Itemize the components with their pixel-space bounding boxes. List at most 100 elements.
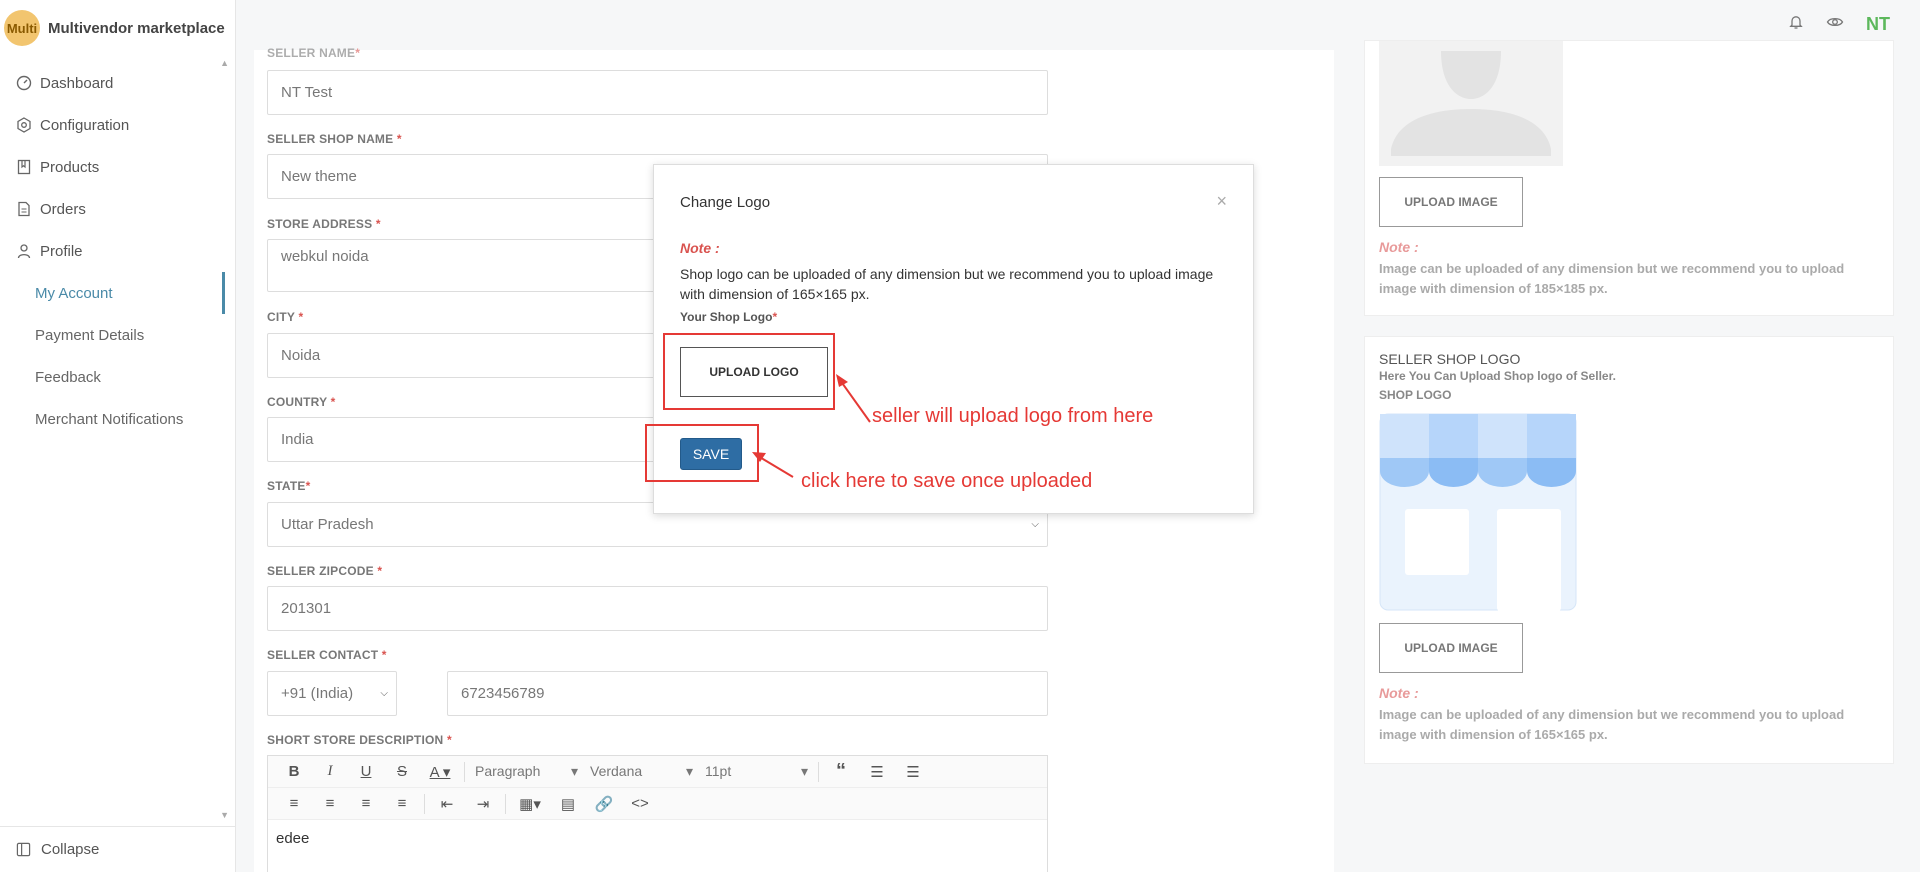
user-icon [16, 243, 32, 259]
sidebar-item-my-account[interactable]: My Account [0, 272, 225, 314]
banner-note-title: Note : [1379, 239, 1419, 255]
sidebar-item-label: Orders [40, 200, 86, 218]
shop-name-label: SELLER SHOP NAME * [267, 132, 402, 146]
link-icon[interactable]: 🔗 [586, 795, 622, 813]
align-right-icon[interactable]: ≡ [348, 795, 384, 812]
paragraph-value: Paragraph [475, 763, 541, 779]
state-label: STATE* [267, 479, 311, 493]
text-color-icon[interactable]: A ▾ [420, 763, 460, 781]
close-icon[interactable]: × [1216, 191, 1227, 212]
sidebar-nav: Dashboard Configuration Products Orders … [0, 62, 225, 440]
font-size-dropdown[interactable]: 11pt ▾ [699, 763, 814, 780]
sidebar-item-label: Dashboard [40, 74, 114, 92]
editor-content[interactable]: edee [268, 820, 1047, 857]
align-center-icon[interactable]: ≡ [312, 795, 348, 812]
indent-icon[interactable]: ⇥ [465, 795, 501, 813]
align-left-icon[interactable]: ≡ [276, 795, 312, 812]
brand-logo: Multi [4, 10, 40, 46]
sidebar-scroll-down-icon[interactable]: ▼ [220, 810, 229, 820]
caret-down-icon: ▾ [685, 763, 693, 779]
sidebar-item-merchant-notifications[interactable]: Merchant Notifications [0, 398, 222, 440]
caret-down-icon: ▾ [800, 763, 808, 779]
media-icon[interactable]: ▤ [550, 795, 586, 813]
modal-note-title: Note : [680, 240, 720, 256]
sidebar-item-payment-details[interactable]: Payment Details [0, 314, 222, 356]
upload-annotation: seller will upload logo from here [872, 405, 1154, 427]
blockquote-icon[interactable]: “ [823, 760, 859, 783]
chevron-down-icon: ⌵ [1031, 519, 1039, 530]
sidebar-item-label: Products [40, 158, 100, 176]
your-shop-logo-label: Your Shop Logo* [680, 310, 778, 324]
italic-icon[interactable]: I [312, 763, 348, 780]
sidebar-item-configuration[interactable]: Configuration [0, 104, 222, 146]
font-value: Verdana [590, 763, 643, 779]
sidebar-item-label: Profile [40, 242, 83, 260]
sidebar-item-profile[interactable]: Profile [0, 230, 222, 272]
bell-icon[interactable] [1788, 14, 1804, 35]
upload-highlight-box [663, 333, 835, 410]
brand-name: Multivendor marketplace [48, 19, 225, 37]
shop-logo-card: SELLER SHOP LOGO Here You Can Upload Sho… [1364, 336, 1894, 764]
sidebar-item-orders[interactable]: Orders [0, 188, 222, 230]
font-size-value: 11pt [705, 763, 732, 779]
desc-label: SHORT STORE DESCRIPTION * [267, 733, 452, 747]
outdent-icon[interactable]: ⇤ [429, 795, 465, 813]
save-arrow-icon [752, 452, 794, 478]
modal-note-text: Shop logo can be uploaded of any dimensi… [680, 266, 1214, 302]
country-value: India [281, 431, 314, 448]
upload-banner-image-button[interactable]: UPLOAD IMAGE [1379, 177, 1523, 227]
strikethrough-icon[interactable]: S [384, 763, 420, 780]
right-panel: UPLOAD IMAGE Note : Image can be uploade… [1334, 40, 1920, 872]
state-value: Uttar Pradesh [281, 516, 374, 533]
zip-label: SELLER ZIPCODE * [267, 564, 383, 578]
shop-placeholder-image [1379, 413, 1577, 611]
paragraph-dropdown[interactable]: Paragraph ▾ [469, 763, 584, 780]
bullet-list-icon[interactable]: ☰ [859, 763, 895, 781]
shop-logo-label: SHOP LOGO [1379, 388, 1452, 402]
seller-name-input[interactable]: NT Test [267, 70, 1048, 115]
placeholder-avatar-image [1379, 41, 1563, 166]
country-label: COUNTRY * [267, 395, 336, 409]
phone-input[interactable]: 6723456789 [447, 671, 1048, 716]
shop-logo-section-subtitle: Here You Can Upload Shop logo of Seller. [1379, 369, 1616, 383]
contact-label: SELLER CONTACT * [267, 648, 387, 662]
font-dropdown[interactable]: Verdana ▾ [584, 763, 699, 780]
sidebar-item-label: Configuration [40, 116, 130, 134]
modal-title: Change Logo [680, 194, 771, 211]
address-label: STORE ADDRESS * [267, 217, 381, 231]
align-justify-icon[interactable]: ≡ [384, 795, 420, 812]
rich-text-editor: B I U S A ▾ Paragraph ▾ Verdana ▾ 11pt ▾ “ … [267, 755, 1048, 872]
sidebar-item-dashboard[interactable]: Dashboard [0, 62, 222, 104]
logo-note-text: Image can be uploaded of any dimension b… [1379, 707, 1845, 742]
eye-icon[interactable] [1826, 14, 1844, 35]
collapse-button[interactable]: Collapse [0, 826, 236, 872]
caret-down-icon: ▾ [570, 763, 578, 779]
hexagon-gear-icon [16, 117, 32, 133]
table-icon[interactable]: ▦▾ [510, 795, 550, 813]
sidebar: Multi Multivendor marketplace ▲ Dashboar… [0, 0, 236, 872]
book-icon [16, 159, 32, 175]
sidebar-item-products[interactable]: Products [0, 146, 222, 188]
bold-icon[interactable]: B [276, 763, 312, 780]
zip-input[interactable]: 201301 [267, 586, 1048, 631]
chevron-down-icon: ⌵ [380, 688, 388, 699]
underline-icon[interactable]: U [348, 763, 384, 780]
logo-note-title: Note : [1379, 685, 1419, 701]
save-annotation: click here to save once uploaded [801, 470, 1093, 492]
file-icon [16, 201, 32, 217]
editor-toolbar-row-2: ≡ ≡ ≡ ≡ ⇤ ⇥ ▦▾ ▤ 🔗 <> [268, 788, 1047, 820]
code-icon[interactable]: <> [622, 795, 658, 812]
avatar[interactable]: NT [1866, 14, 1890, 35]
upload-shop-logo-image-button[interactable]: UPLOAD IMAGE [1379, 623, 1523, 673]
city-label: CITY * [267, 310, 304, 324]
country-code-select[interactable]: +91 (India) ⌵ [267, 671, 397, 716]
shop-logo-section-title: SELLER SHOP LOGO [1379, 351, 1521, 367]
banner-card: UPLOAD IMAGE Note : Image can be uploade… [1364, 40, 1894, 316]
sidebar-item-feedback[interactable]: Feedback [0, 356, 222, 398]
numbered-list-icon[interactable]: ☰ [895, 763, 931, 781]
editor-toolbar-row-1: B I U S A ▾ Paragraph ▾ Verdana ▾ 11pt ▾ “ … [268, 756, 1047, 788]
collapse-icon [16, 842, 31, 857]
brand[interactable]: Multi Multivendor marketplace [0, 0, 235, 56]
country-code-value: +91 (India) [281, 685, 354, 702]
dashboard-icon [16, 75, 32, 91]
